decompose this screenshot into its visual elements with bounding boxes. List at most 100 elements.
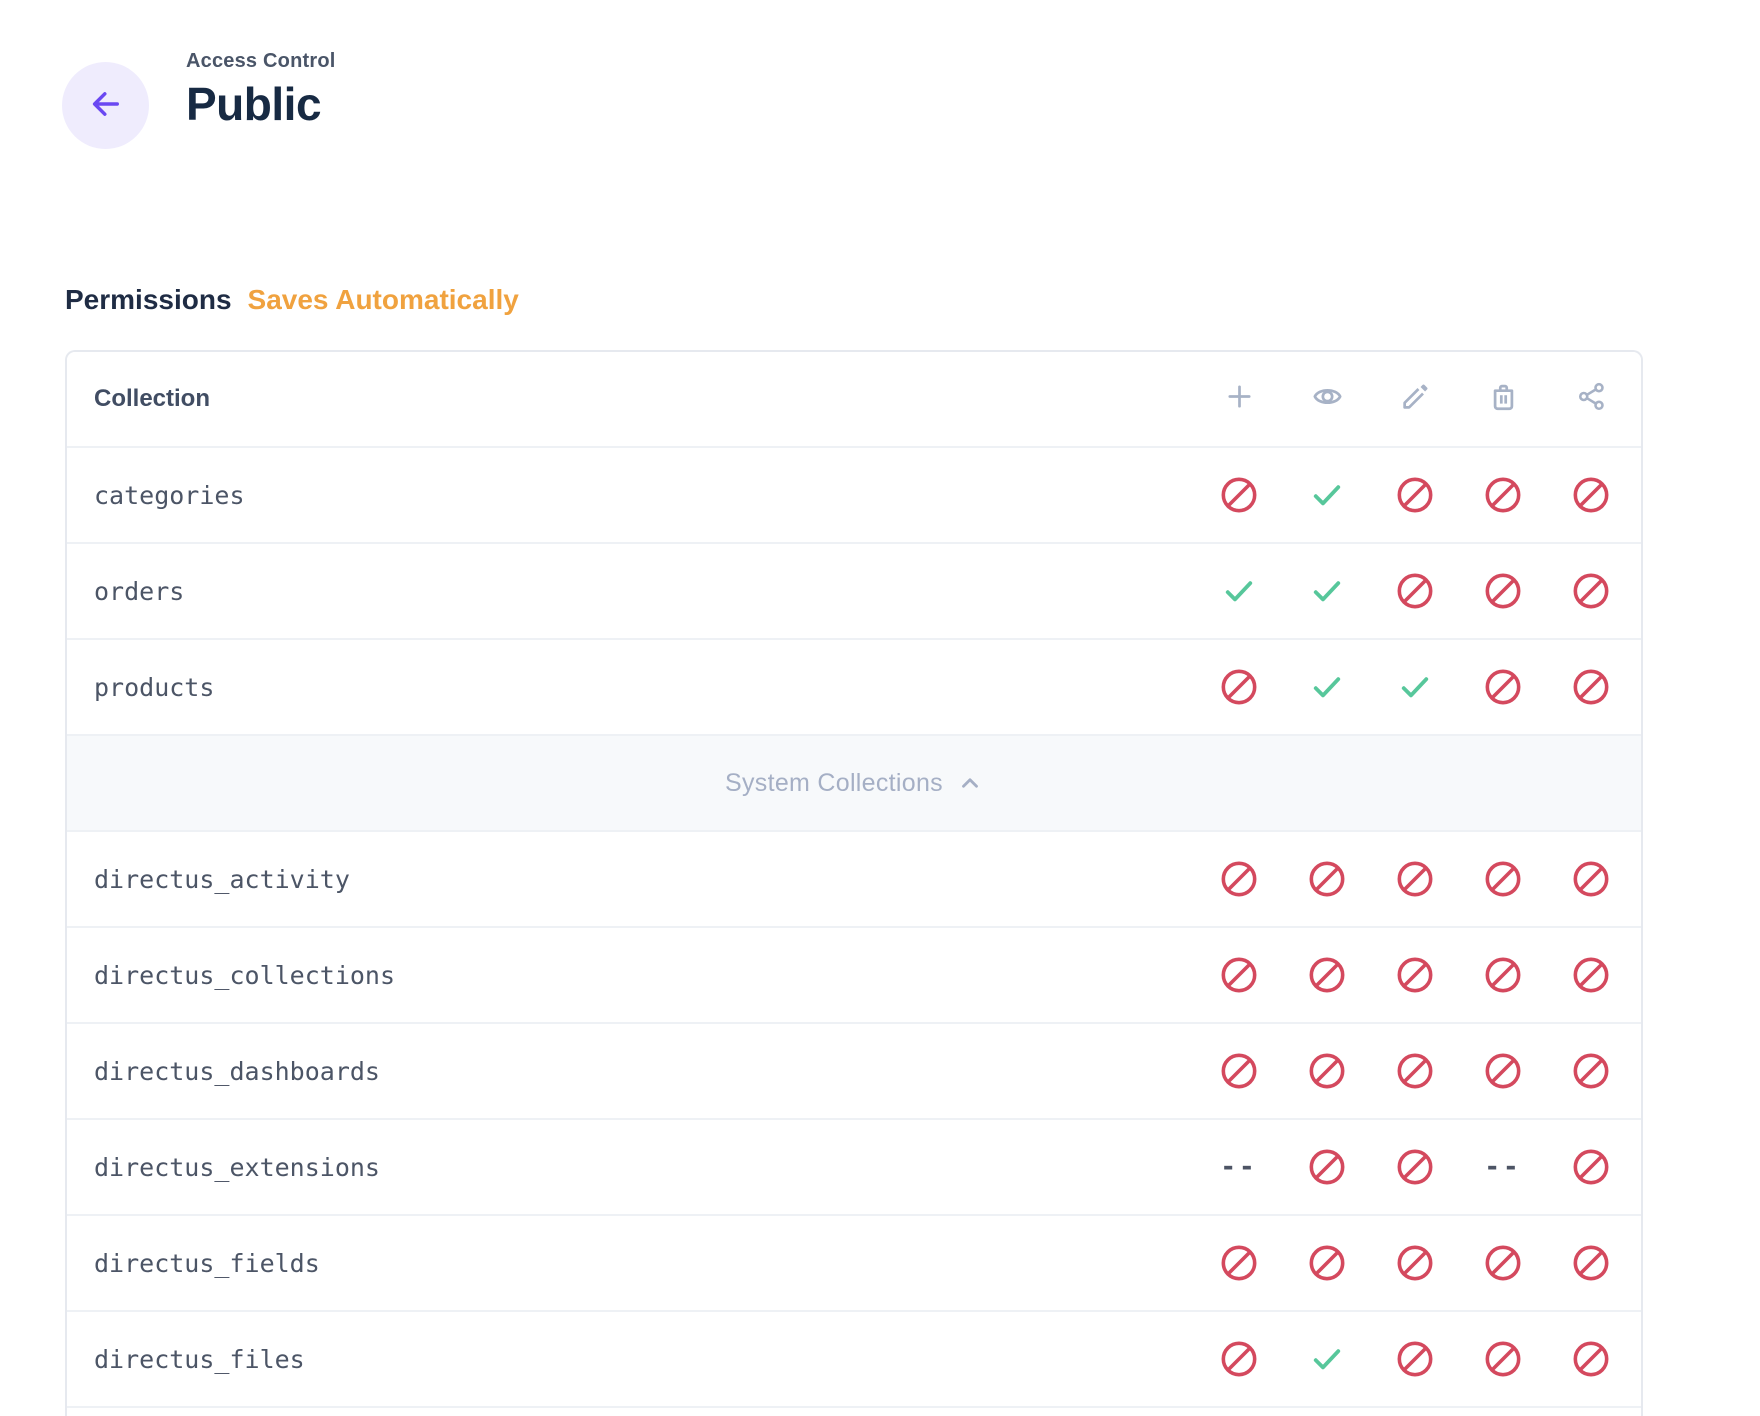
create-permission-allowed[interactable]: [1195, 571, 1283, 611]
block-icon: [1395, 571, 1435, 611]
collection-name: categories: [67, 481, 1195, 510]
update-permission-blocked[interactable]: [1371, 1339, 1459, 1379]
table-header-row: Collection: [67, 352, 1641, 448]
block-icon: [1483, 475, 1523, 515]
update-permission-blocked[interactable]: [1371, 859, 1459, 899]
read-permission-allowed[interactable]: [1283, 571, 1371, 611]
block-icon: [1307, 1243, 1347, 1283]
page-header: Access Control Public: [0, 0, 1760, 150]
update-permission-blocked[interactable]: [1371, 571, 1459, 611]
create-permission-blocked[interactable]: [1195, 955, 1283, 995]
autosave-note: Saves Automatically: [248, 284, 519, 316]
read-permission-blocked[interactable]: [1283, 1051, 1371, 1091]
block-icon: [1571, 1243, 1611, 1283]
share-permission-blocked[interactable]: [1547, 955, 1635, 995]
plus-icon: [1224, 381, 1255, 417]
read-permission-blocked[interactable]: [1283, 859, 1371, 899]
breadcrumb: Access Control: [186, 50, 336, 73]
arrow-left-icon: [88, 86, 124, 125]
share-permission-blocked[interactable]: [1547, 859, 1635, 899]
update-permission-blocked[interactable]: [1371, 955, 1459, 995]
collection-name: directus_fields: [67, 1249, 1195, 1278]
trash-icon: [1488, 381, 1519, 417]
block-icon: [1571, 475, 1611, 515]
share-permission-blocked[interactable]: [1547, 571, 1635, 611]
pencil-icon: [1400, 381, 1431, 417]
block-icon: [1483, 667, 1523, 707]
block-icon: [1307, 955, 1347, 995]
create-permission-blocked[interactable]: [1195, 1339, 1283, 1379]
block-icon: [1395, 859, 1435, 899]
read-permission-allowed[interactable]: [1283, 1339, 1371, 1379]
permissions-table: Collection categoriesordersproductsSyste…: [65, 350, 1643, 1416]
block-icon: [1571, 955, 1611, 995]
block-icon: [1571, 1147, 1611, 1187]
update-permission-allowed[interactable]: [1371, 667, 1459, 707]
table-row: orders: [67, 544, 1641, 640]
share-permission-blocked[interactable]: [1547, 1051, 1635, 1091]
block-icon: [1219, 667, 1259, 707]
read-permission-blocked[interactable]: [1283, 955, 1371, 995]
block-icon: [1571, 571, 1611, 611]
block-icon: [1571, 1339, 1611, 1379]
read-column-header: [1283, 381, 1371, 417]
create-permission-none[interactable]: --: [1195, 1147, 1283, 1187]
share-permission-blocked[interactable]: [1547, 1339, 1635, 1379]
block-icon: [1395, 1339, 1435, 1379]
delete-permission-blocked[interactable]: [1459, 955, 1547, 995]
update-permission-blocked[interactable]: [1371, 1051, 1459, 1091]
share-permission-blocked[interactable]: [1547, 475, 1635, 515]
share-permission-blocked[interactable]: [1547, 667, 1635, 707]
page-title: Public: [186, 77, 336, 131]
collection-name: orders: [67, 577, 1195, 606]
chevron-up-icon: [957, 770, 983, 796]
block-icon: [1395, 955, 1435, 995]
read-permission-blocked[interactable]: [1283, 1243, 1371, 1283]
update-permission-blocked[interactable]: [1371, 1147, 1459, 1187]
collection-name: directus_files: [67, 1345, 1195, 1374]
permissions-heading: Permissions: [65, 284, 232, 316]
delete-permission-blocked[interactable]: [1459, 667, 1547, 707]
read-permission-allowed[interactable]: [1283, 667, 1371, 707]
delete-permission-blocked[interactable]: [1459, 571, 1547, 611]
share-icon: [1576, 381, 1607, 417]
table-row: categories: [67, 448, 1641, 544]
block-icon: [1395, 1243, 1435, 1283]
check-icon: [1309, 669, 1345, 705]
check-icon: [1309, 477, 1345, 513]
delete-permission-blocked[interactable]: [1459, 859, 1547, 899]
share-permission-blocked[interactable]: [1547, 1147, 1635, 1187]
check-icon: [1309, 1341, 1345, 1377]
create-permission-blocked[interactable]: [1195, 1051, 1283, 1091]
update-permission-blocked[interactable]: [1371, 475, 1459, 515]
delete-permission-blocked[interactable]: [1459, 1051, 1547, 1091]
block-icon: [1219, 1339, 1259, 1379]
read-permission-blocked[interactable]: [1283, 1147, 1371, 1187]
read-permission-allowed[interactable]: [1283, 475, 1371, 515]
system-collections-label: System Collections: [725, 769, 943, 798]
system-collections-divider[interactable]: System Collections: [67, 736, 1641, 832]
create-permission-blocked[interactable]: [1195, 1243, 1283, 1283]
share-permission-blocked[interactable]: [1547, 1243, 1635, 1283]
table-row-partial: [67, 1408, 1641, 1416]
collection-name: directus_collections: [67, 961, 1195, 990]
delete-permission-blocked[interactable]: [1459, 475, 1547, 515]
create-permission-blocked[interactable]: [1195, 859, 1283, 899]
back-button[interactable]: [62, 62, 149, 149]
update-permission-blocked[interactable]: [1371, 1243, 1459, 1283]
delete-permission-blocked[interactable]: [1459, 1339, 1547, 1379]
delete-permission-blocked[interactable]: [1459, 1243, 1547, 1283]
create-permission-blocked[interactable]: [1195, 475, 1283, 515]
table-row: directus_collections: [67, 928, 1641, 1024]
no-permission-dashes: --: [1484, 1152, 1521, 1182]
block-icon: [1483, 859, 1523, 899]
create-permission-blocked[interactable]: [1195, 667, 1283, 707]
block-icon: [1483, 1051, 1523, 1091]
block-icon: [1307, 1147, 1347, 1187]
block-icon: [1307, 859, 1347, 899]
delete-permission-none[interactable]: --: [1459, 1147, 1547, 1187]
block-icon: [1571, 1051, 1611, 1091]
update-column-header: [1371, 381, 1459, 417]
block-icon: [1219, 859, 1259, 899]
block-icon: [1483, 1339, 1523, 1379]
